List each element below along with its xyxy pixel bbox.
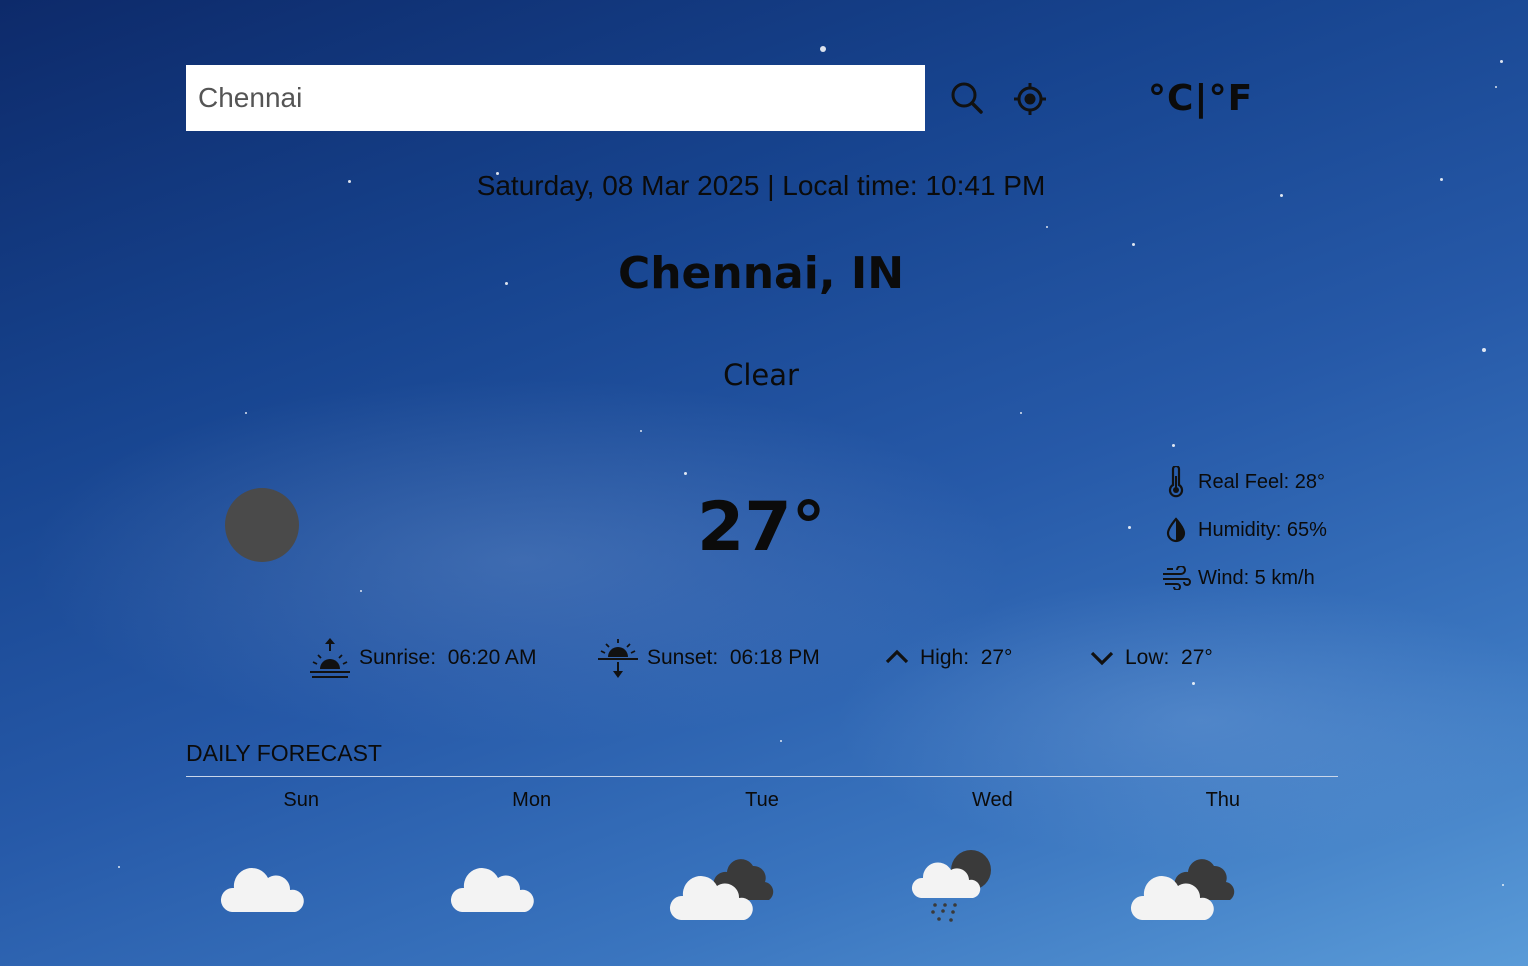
high-item: High: 27° [882, 636, 1012, 680]
forecast-day-name: Mon [512, 789, 552, 811]
chevron-up-icon [885, 649, 909, 664]
forecast-day-name: Tue [745, 789, 779, 811]
sunrise-item: Sunrise: 06:20 AM [309, 636, 536, 680]
forecast-day-name: Sun [283, 789, 319, 811]
weather-details: Real Feel: 28° Humidity: 65% Wind: 5 km/… [1160, 458, 1327, 602]
location-icon[interactable] [1012, 81, 1048, 121]
forecast-day-name: Thu [1205, 789, 1241, 811]
weather-icon [225, 488, 299, 562]
forecast-day-name: Wed [972, 789, 1013, 811]
cloud-icon [220, 868, 304, 912]
date-time-label: Saturday, 08 Mar 2025 | Local time: 10:4… [476, 170, 1046, 201]
humidity-drop-icon [1160, 517, 1192, 543]
search-box[interactable] [186, 65, 925, 131]
daily-forecast: Sun Mon Tue Wed Thu [186, 786, 1338, 922]
sunset-label: Sunset: 06:18 PM [647, 646, 820, 669]
unit-separator: | [1194, 78, 1209, 119]
forecast-day: Sun [186, 786, 416, 912]
broken-clouds-icon [669, 859, 774, 920]
sunrise-icon [310, 638, 350, 678]
forecast-day: Mon [416, 786, 646, 912]
humidity-label: Humidity: 65% [1198, 518, 1327, 541]
fahrenheit-button[interactable]: °F [1209, 78, 1254, 119]
real-feel-row: Real Feel: 28° [1160, 458, 1327, 506]
search-icon[interactable] [950, 81, 984, 119]
celsius-button[interactable]: °C [1148, 78, 1194, 119]
wind-row: Wind: 5 km/h [1160, 554, 1327, 602]
cloud-icon [451, 868, 535, 912]
wind-icon [1160, 566, 1192, 590]
thermometer-icon [1160, 466, 1192, 498]
forecast-title: DAILY FORECAST [186, 740, 382, 766]
location-title: Chennai, IN [617, 248, 905, 299]
sunset-icon [598, 639, 638, 678]
broken-clouds-icon [1130, 859, 1234, 920]
forecast-day: Wed [877, 786, 1107, 922]
unit-toggle: °C|°F [1148, 78, 1253, 119]
low-label: Low: 27° [1125, 646, 1213, 669]
high-label: High: 27° [920, 646, 1013, 669]
chevron-down-icon [1090, 651, 1114, 666]
rain-cloud-icon [912, 850, 992, 922]
humidity-row: Humidity: 65% [1160, 506, 1327, 554]
low-item: Low: 27° [1087, 636, 1213, 680]
current-temperature: 27° [697, 488, 826, 567]
sunset-item: Sunset: 06:18 PM [597, 636, 820, 680]
forecast-divider [186, 776, 1338, 777]
forecast-day: Thu [1108, 786, 1338, 920]
sun-temperature-row: Sunrise: 06:20 AM Sunset: 06:18 PM High:… [0, 636, 1528, 680]
weather-condition: Clear [723, 358, 799, 392]
forecast-day: Tue [647, 786, 877, 920]
real-feel-label: Real Feel: 28° [1198, 470, 1325, 493]
search-input[interactable] [186, 65, 925, 131]
wind-label: Wind: 5 km/h [1198, 566, 1315, 589]
sunrise-label: Sunrise: 06:20 AM [359, 646, 537, 669]
